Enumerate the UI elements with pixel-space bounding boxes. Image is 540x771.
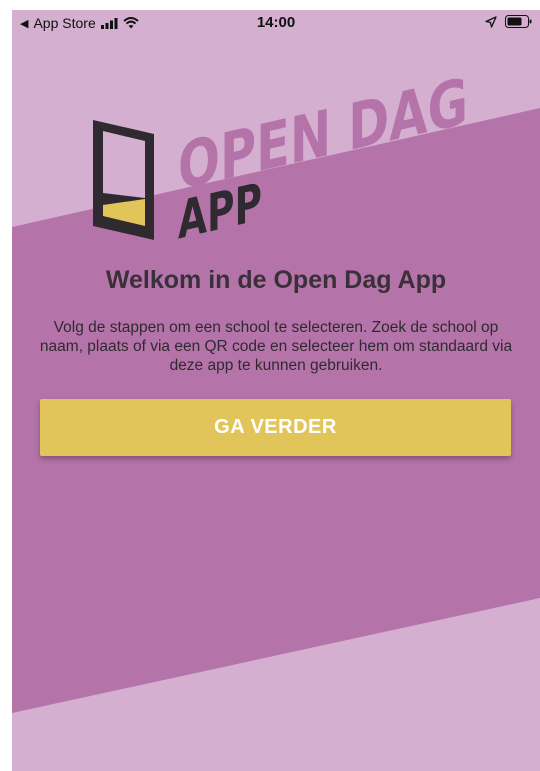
app-screen: ◀ App Store 14:00 OPEN DAG APP Welkom in… [12, 10, 540, 771]
continue-button[interactable]: GA VERDER [40, 399, 511, 456]
tablet-icon [93, 120, 154, 240]
status-right-icons [485, 15, 532, 28]
location-arrow-icon [485, 15, 497, 28]
open-dag-app-logo: OPEN DAG APP [93, 68, 468, 248]
status-bar: ◀ App Store 14:00 [12, 10, 540, 36]
welcome-title: Welkom in de Open Dag App [105, 266, 447, 294]
battery-icon [505, 15, 532, 28]
welcome-description: Volg de stappen om een school te selecte… [39, 319, 513, 374]
status-time: 14:00 [256, 14, 296, 31]
